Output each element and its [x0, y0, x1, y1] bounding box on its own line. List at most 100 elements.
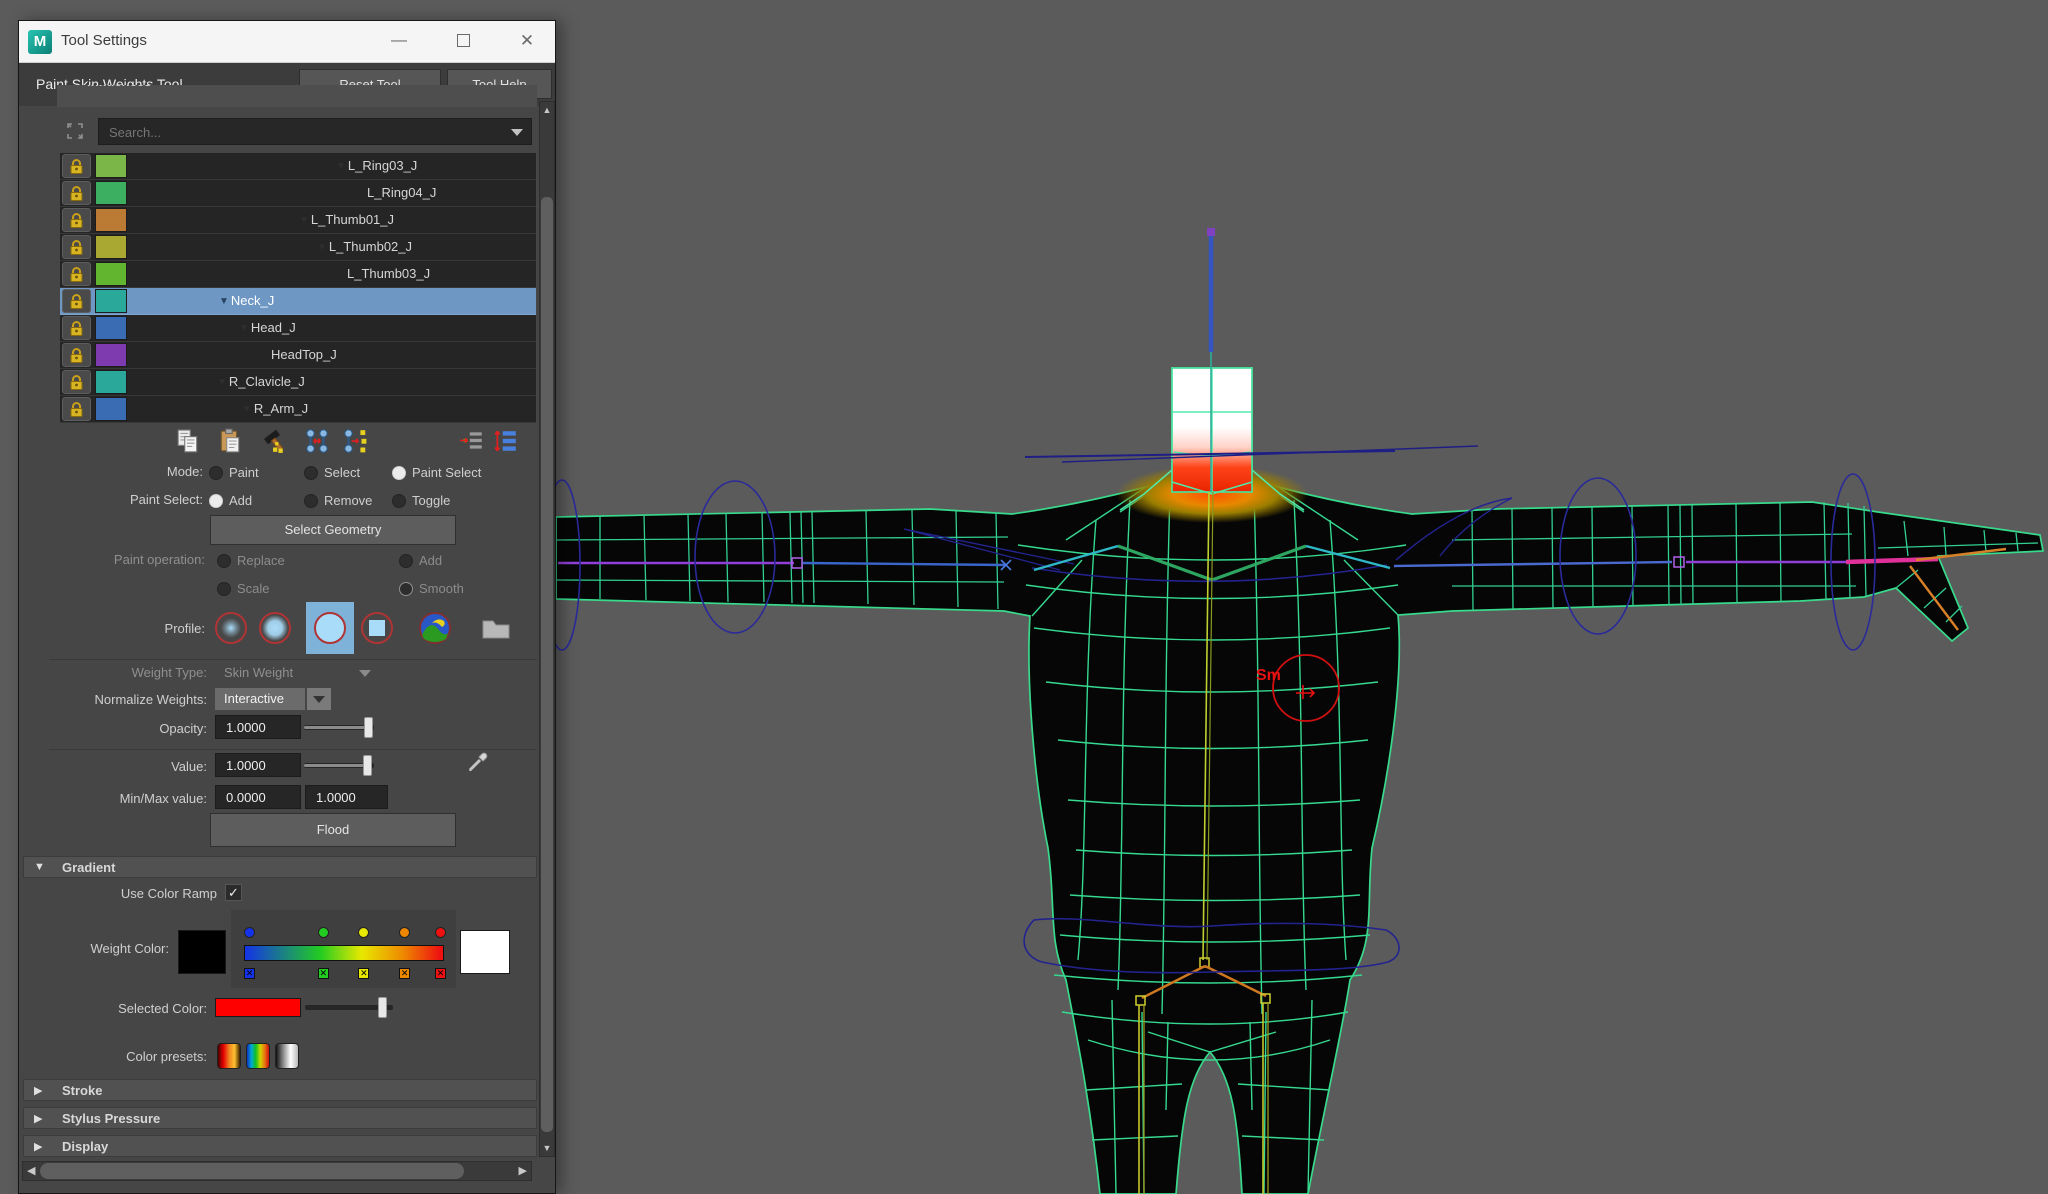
opacity-slider[interactable]	[304, 725, 374, 730]
influence-color-swatch[interactable]	[95, 316, 127, 340]
display-section-header[interactable]: ▶ Display	[23, 1135, 537, 1157]
tree-expand-arrow[interactable]: ▼	[242, 397, 252, 423]
brush-square-icon[interactable]	[360, 611, 394, 645]
window-titlebar[interactable]: M Tool Settings — ✕	[19, 21, 555, 63]
scroll-up-arrow[interactable]: ▲	[540, 105, 554, 115]
opacity-input[interactable]	[215, 715, 301, 739]
radio-add[interactable]	[209, 494, 223, 508]
influence-color-swatch[interactable]	[95, 235, 127, 259]
tree-expand-arrow[interactable]: ▼	[239, 316, 249, 342]
gradient-section-header[interactable]: ▼ Gradient	[23, 856, 537, 878]
maximize-button[interactable]	[441, 21, 485, 63]
ramp-color-stop[interactable]	[244, 927, 255, 938]
copy-weights-icon[interactable]	[174, 428, 202, 454]
brush-soft-icon[interactable]	[258, 611, 292, 645]
min-value-input[interactable]	[215, 785, 301, 809]
lock-influence-button[interactable]	[62, 343, 91, 367]
influence-name[interactable]: ▼Neck_J	[131, 288, 536, 314]
brush-image-icon[interactable]	[418, 611, 452, 645]
paste-vertex-weights-icon[interactable]	[492, 428, 520, 454]
radio-remove[interactable]	[304, 494, 318, 508]
lock-influence-button[interactable]	[62, 316, 91, 340]
influence-name[interactable]: ▼R_Clavicle_J	[131, 369, 536, 395]
scroll-left-arrow[interactable]: ◀	[27, 1164, 35, 1177]
color-preset-3[interactable]	[275, 1043, 299, 1069]
influence-color-swatch[interactable]	[95, 154, 127, 178]
ramp-color-stop[interactable]	[318, 927, 329, 938]
influence-name[interactable]: L_Ring04_J	[131, 180, 536, 206]
influence-name[interactable]: ▼R_Arm_J	[131, 396, 536, 422]
move-weights-to-influence-icon[interactable]	[341, 428, 369, 454]
horizontal-scroll-thumb[interactable]	[40, 1163, 464, 1179]
flood-button[interactable]: Flood	[210, 813, 456, 847]
section-collapsed-arrow[interactable]: ▶	[34, 1084, 42, 1097]
section-expanded-arrow[interactable]: ▼	[34, 861, 45, 873]
influence-row[interactable]: ▼R_Clavicle_J	[60, 369, 536, 396]
stroke-section-header[interactable]: ▶ Stroke	[23, 1079, 537, 1101]
value-slider-handle[interactable]	[363, 755, 372, 776]
minimize-button[interactable]: —	[377, 21, 421, 63]
ramp-stop-delete[interactable]: ✕	[435, 968, 446, 979]
influence-name[interactable]: ▼Head_J	[131, 315, 536, 341]
influence-color-swatch[interactable]	[95, 343, 127, 367]
tree-expand-arrow[interactable]: ▼	[299, 208, 309, 234]
selected-color-swatch[interactable]	[215, 998, 301, 1017]
brush-solid-icon[interactable]	[313, 611, 347, 645]
normalize-dropdown-button[interactable]	[307, 688, 331, 710]
influence-name[interactable]: ▼L_Thumb02_J	[131, 234, 536, 260]
lock-influence-button[interactable]	[62, 262, 91, 286]
browse-brush-folder-icon[interactable]	[479, 611, 513, 645]
tree-expand-arrow[interactable]: ▼	[336, 154, 346, 180]
radio-toggle[interactable]	[392, 494, 406, 508]
lock-influence-button[interactable]	[62, 370, 91, 394]
lock-influence-button[interactable]	[62, 208, 91, 232]
use-color-ramp-checkbox[interactable]: ✓	[225, 884, 242, 901]
eyedropper-icon[interactable]	[465, 749, 491, 775]
influence-name[interactable]: ▼L_Ring03_J	[131, 153, 536, 179]
select-geometry-button[interactable]: Select Geometry	[210, 515, 456, 545]
influence-row[interactable]: L_Thumb03_J	[60, 261, 536, 288]
lock-influence-button[interactable]	[62, 154, 91, 178]
close-button[interactable]: ✕	[505, 21, 549, 63]
ramp-stop-delete[interactable]: ✕	[399, 968, 410, 979]
scroll-down-arrow[interactable]: ▼	[540, 1143, 554, 1153]
brush-gaussian-icon[interactable]	[214, 611, 248, 645]
lock-influence-button[interactable]	[62, 289, 91, 313]
tree-expand-arrow[interactable]: ▼	[317, 235, 327, 261]
influence-row[interactable]: ▼L_Thumb02_J	[60, 234, 536, 261]
selected-color-slider-handle[interactable]	[378, 997, 387, 1018]
influence-row[interactable]: L_Ring04_J	[60, 180, 536, 207]
scroll-right-arrow[interactable]: ▶	[519, 1164, 527, 1177]
influence-row[interactable]: HeadTop_J	[60, 342, 536, 369]
radio-select[interactable]	[304, 466, 318, 480]
influence-search-box[interactable]	[98, 118, 532, 145]
influence-row[interactable]: ▼L_Thumb01_J	[60, 207, 536, 234]
lock-influence-button[interactable]	[62, 181, 91, 205]
color-preset-2[interactable]	[246, 1043, 270, 1069]
selected-color-slider[interactable]	[305, 1005, 393, 1010]
stylus-pressure-section-header[interactable]: ▶ Stylus Pressure	[23, 1107, 537, 1129]
lock-influence-button[interactable]	[62, 397, 91, 421]
influence-color-swatch[interactable]	[95, 397, 127, 421]
influence-row[interactable]: ▼R_Arm_J	[60, 396, 536, 423]
prune-small-weights-icon[interactable]	[259, 428, 287, 454]
ramp-stop-delete[interactable]: ✕	[244, 968, 255, 979]
influence-color-swatch[interactable]	[95, 208, 127, 232]
weight-color-max-swatch[interactable]	[460, 930, 510, 974]
influence-name[interactable]: L_Thumb03_J	[131, 261, 536, 287]
influence-row[interactable]: ▼Head_J	[60, 315, 536, 342]
radio-paint-select[interactable]	[392, 466, 406, 480]
filter-expand-icon[interactable]	[65, 121, 85, 141]
influence-color-swatch[interactable]	[95, 181, 127, 205]
influence-name[interactable]: HeadTop_J	[131, 342, 536, 368]
move-weights-icon[interactable]	[303, 428, 331, 454]
lock-influence-button[interactable]	[62, 235, 91, 259]
weight-color-min-swatch[interactable]	[178, 930, 226, 974]
vertical-scroll-thumb[interactable]	[541, 197, 553, 1132]
influence-color-swatch[interactable]	[95, 262, 127, 286]
normalize-weights-dropdown[interactable]: Interactive	[215, 688, 305, 710]
tree-expand-arrow[interactable]: ▼	[217, 370, 227, 396]
opacity-slider-handle[interactable]	[364, 717, 373, 738]
influence-name[interactable]: ▼L_Thumb01_J	[131, 207, 536, 233]
copy-vertex-weights-icon[interactable]	[458, 428, 486, 454]
